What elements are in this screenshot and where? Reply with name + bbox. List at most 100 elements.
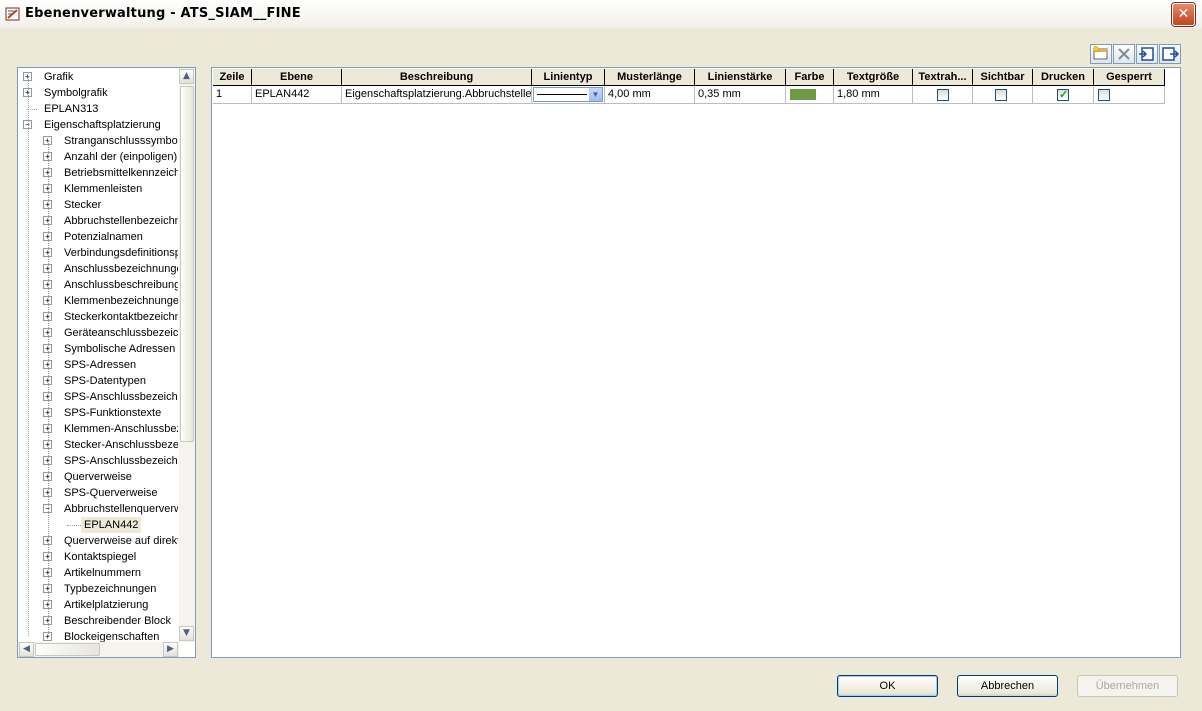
cell-musterlaenge[interactable]: 4,00 mm — [605, 86, 695, 104]
scroll-thumb[interactable] — [180, 86, 194, 442]
tree-vertical-scrollbar[interactable]: ▲ ▼ — [179, 68, 195, 642]
cell-beschreibung[interactable]: Eigenschaftsplatzierung.Abbruchstelle — [342, 86, 532, 104]
tree-item[interactable]: + SPS-Querverweise — [18, 485, 178, 501]
tree-item[interactable]: + SPS-Datentypen — [18, 373, 178, 389]
textrahmen-checkbox[interactable] — [937, 89, 949, 101]
tree-item[interactable]: −Abbruchstellenquerverweise — [18, 501, 178, 517]
cell-textrahmen[interactable] — [913, 86, 973, 104]
tree-item[interactable]: +Steckerkontaktbezeichnungen — [18, 309, 178, 325]
layer-tree[interactable]: + Grafik + Symbolgrafik EPLAN313 − Eigenschaft… — [17, 67, 196, 658]
column-header-sichtbar[interactable]: Sichtbar — [973, 69, 1033, 86]
column-header-zeile[interactable]: Zeile — [213, 69, 252, 86]
tree-item[interactable]: + Beschreibender Block — [18, 613, 178, 629]
tree-item[interactable]: +Querverweise auf direkte Abbruchstellen — [18, 533, 178, 549]
tree-item[interactable]: + Blockeigenschaften — [18, 629, 178, 642]
tree-item[interactable]: + Artikelnummern — [18, 565, 178, 581]
tree-item[interactable]: + Anschlussbezeichnungen — [18, 261, 178, 277]
column-header-gesperrt[interactable]: Gesperrt — [1094, 69, 1165, 86]
column-header-textrahmen[interactable]: Textrah... — [913, 69, 973, 86]
tree-item-label: Grafik — [44, 71, 74, 83]
tree-item[interactable]: +Geräteanschlussbezeichnungen — [18, 325, 178, 341]
cell-linientyp[interactable]: ▼ — [532, 86, 605, 104]
tree-item[interactable]: + SPS-Funktionstexte — [18, 405, 178, 421]
tree-item[interactable]: + Klemmenleisten — [18, 181, 178, 197]
tree-item[interactable]: +Betriebsmittelkennzeichen — [18, 165, 178, 181]
cell-zeile[interactable]: 1 — [213, 86, 252, 104]
sichtbar-checkbox[interactable] — [995, 89, 1007, 101]
horizontal-scroll-thumb[interactable] — [35, 643, 100, 656]
tree-item-label: Symbolgrafik — [44, 87, 108, 99]
scroll-down-button[interactable]: ▼ — [179, 626, 194, 641]
cell-textgroesse[interactable]: 1,80 mm — [834, 86, 913, 104]
tree-item[interactable]: EPLAN442 — [18, 517, 178, 533]
cancel-button[interactable]: Abbrechen — [957, 675, 1058, 697]
cell-gesperrt[interactable] — [1094, 86, 1165, 104]
tree-item[interactable]: +Klemmen-Anschlussbezeichnungen — [18, 421, 178, 437]
tree-item[interactable]: − Eigenschaftsplatzierung — [18, 117, 178, 133]
column-header-beschreibung[interactable]: Beschreibung — [342, 69, 532, 86]
export-button[interactable] — [1159, 44, 1181, 64]
chevron-down-icon[interactable]: ▼ — [589, 88, 602, 101]
cell-farbe[interactable] — [786, 86, 834, 104]
tree-item[interactable]: +Verbindungsdefinitionspunkte — [18, 245, 178, 261]
new-layer-button[interactable] — [1090, 44, 1112, 64]
tree-item-label: Symbolische Adressen — [64, 343, 176, 355]
tree-item[interactable]: + Stecker — [18, 197, 178, 213]
tree-item[interactable]: + Grafik — [18, 69, 178, 85]
tree-item[interactable]: + Klemmenbezeichnungen — [18, 293, 178, 309]
tree-item-label: Abbruchstellenquerverweise — [64, 503, 178, 515]
close-button[interactable]: ✕ — [1172, 3, 1195, 26]
tree-item-label: Querverweise auf direkte Abbruchstellen — [64, 535, 178, 547]
tree-item-label: Blockeigenschaften — [64, 631, 160, 642]
color-swatch[interactable] — [790, 89, 816, 100]
tree-item[interactable]: + SPS-Adressen — [18, 357, 178, 373]
tree-item[interactable]: +Abbruchstellenbezeichnungen — [18, 213, 178, 229]
scroll-up-button[interactable]: ▲ — [179, 69, 194, 84]
tree-guide-line — [28, 76, 29, 636]
drucken-checkbox[interactable] — [1057, 87, 1069, 103]
tree-item-label: Betriebsmittelkennzeichen — [64, 167, 178, 179]
column-header-ebene[interactable]: Ebene — [252, 69, 342, 86]
tree-item[interactable]: EPLAN313 — [18, 101, 178, 117]
scroll-right-button[interactable]: ▶ — [163, 642, 178, 657]
tree-item-label: Steckerkontaktbezeichnungen — [64, 311, 178, 323]
ok-button[interactable]: OK — [837, 675, 938, 697]
column-header-linienstaerke[interactable]: Linienstärke — [695, 69, 786, 86]
tree-item[interactable]: + Symbolische Adressen — [18, 341, 178, 357]
delete-layer-button[interactable] — [1113, 44, 1135, 64]
tree-item-label: Verbindungsdefinitionspunkte — [64, 247, 178, 259]
tree-item[interactable]: + Artikelplatzierung — [18, 597, 178, 613]
cell-ebene[interactable]: EPLAN442 — [252, 86, 342, 104]
column-header-drucken[interactable]: Drucken — [1033, 69, 1094, 86]
tree-item[interactable]: + Stranganschlusssymbole — [18, 133, 178, 149]
tree-item-label: Potenzialnamen — [64, 231, 143, 243]
tree-item-label: Stecker — [64, 199, 102, 211]
tree-item[interactable]: +SPS-Anschlussbezeichnungen — [18, 453, 178, 469]
column-header-textgroesse[interactable]: Textgröße — [834, 69, 913, 86]
column-header-farbe[interactable]: Farbe — [786, 69, 834, 86]
linetype-dropdown[interactable]: ▼ — [533, 87, 603, 102]
tree-item[interactable]: + Typbezeichnungen — [18, 581, 178, 597]
tree-item[interactable]: + Potenzialnamen — [18, 229, 178, 245]
tree-item[interactable]: +SPS-Anschlussbezeichnungen — [18, 389, 178, 405]
apply-button[interactable]: Übernehmen — [1077, 675, 1178, 697]
tree-item[interactable]: +Stecker-Anschlussbezeichnungen — [18, 437, 178, 453]
tree-item[interactable]: + Kontaktspiegel — [18, 549, 178, 565]
layer-grid[interactable]: Zeile Ebene Beschreibung Linientyp Muste… — [211, 67, 1181, 658]
tree-horizontal-scrollbar[interactable]: ◀ ▶ — [18, 642, 179, 657]
cell-linienstaerke[interactable]: 0,35 mm — [695, 86, 786, 104]
import-button[interactable] — [1136, 44, 1158, 64]
column-header-musterlaenge[interactable]: Musterlänge — [605, 69, 695, 86]
cell-drucken[interactable] — [1033, 86, 1094, 104]
cell-sichtbar[interactable] — [973, 86, 1033, 104]
tree-item[interactable]: + Symbolgrafik — [18, 85, 178, 101]
tree-item[interactable]: +Anschlussbeschreibungen — [18, 277, 178, 293]
scroll-left-button[interactable]: ◀ — [19, 642, 34, 657]
column-header-linientyp[interactable]: Linientyp — [532, 69, 605, 86]
tree-item-label: Typbezeichnungen — [64, 583, 157, 595]
tree-list: + Grafik + Symbolgrafik EPLAN313 − Eigenschaft… — [18, 68, 179, 642]
gesperrt-checkbox[interactable] — [1098, 89, 1110, 101]
tree-item[interactable]: + Querverweise — [18, 469, 178, 485]
tree-item-label: Anschlussbezeichnungen — [64, 263, 178, 275]
tree-item[interactable]: +Anzahl der (einpoligen) Darstellungen — [18, 149, 178, 165]
